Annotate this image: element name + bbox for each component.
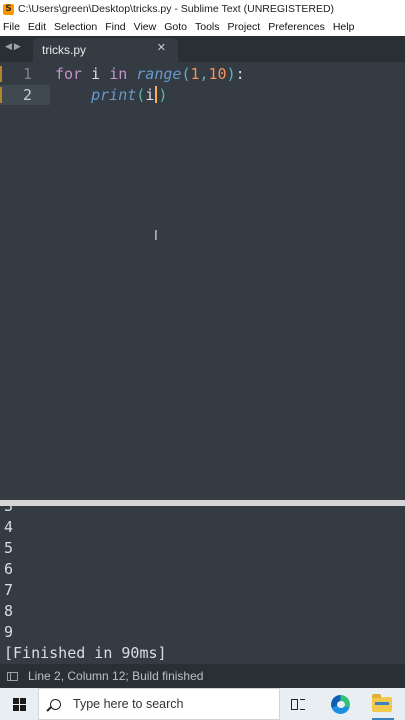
menu-file[interactable]: File [3, 21, 20, 33]
menu-help[interactable]: Help [333, 21, 355, 33]
tab-bar: ◀▶ tricks.py ✕ [0, 36, 405, 62]
paren-close: ) [226, 65, 236, 83]
task-view-button[interactable] [278, 688, 318, 720]
code-line-2[interactable]: print(i) [55, 85, 167, 105]
number-10: 10 [208, 65, 227, 83]
output-line: 4 [4, 518, 14, 536]
menu-selection[interactable]: Selection [54, 21, 97, 33]
file-explorer-icon [372, 693, 392, 712]
status-text: Line 2, Column 12; Build finished [28, 669, 204, 683]
edge-button[interactable] [320, 688, 360, 720]
build-output-panel[interactable]: 3 4 5 6 7 8 9 [Finished in 90ms] [0, 506, 405, 664]
editor-area[interactable]: 1 2 for i in range(1,10): print(i) I [0, 62, 405, 500]
argument-i: i [145, 86, 155, 104]
output-line: 9 [4, 623, 14, 641]
modified-line-marker [0, 87, 2, 103]
output-line: 5 [4, 539, 14, 557]
sublime-icon: S [3, 3, 14, 15]
menu-view[interactable]: View [134, 21, 157, 33]
menu-project[interactable]: Project [228, 21, 261, 33]
tab-tricks-py[interactable]: tricks.py ✕ [33, 38, 178, 62]
build-finished-message: [Finished in 90ms] [4, 644, 167, 662]
windows-start-icon [12, 697, 26, 711]
task-view-icon [291, 698, 305, 710]
output-line: 6 [4, 560, 14, 578]
menu-edit[interactable]: Edit [28, 21, 46, 33]
modified-line-marker [0, 66, 2, 82]
comma: , [199, 65, 209, 83]
window-title: C:\Users\green\Desktop\tricks.py - Subli… [18, 3, 335, 15]
menu-tools[interactable]: Tools [195, 21, 220, 33]
taskbar: Type here to search [0, 688, 405, 720]
output-line: 8 [4, 602, 14, 620]
function-print: print [91, 86, 137, 104]
output-line: 7 [4, 581, 14, 599]
keyword-in: in [109, 65, 128, 83]
taskbar-search-box[interactable]: Type here to search [38, 688, 280, 720]
line-number: 1 [22, 65, 32, 83]
status-bar: Line 2, Column 12; Build finished [0, 664, 405, 688]
title-bar: S C:\Users\green\Desktop\tricks.py - Sub… [0, 0, 405, 18]
menu-find[interactable]: Find [105, 21, 125, 33]
function-range: range [136, 65, 182, 83]
output-line: 3 [4, 506, 14, 515]
sublime-icon-letter: S [5, 3, 12, 14]
line-number: 2 [22, 86, 32, 104]
file-explorer-button[interactable] [362, 688, 402, 720]
keyword-for: for [55, 65, 83, 83]
search-placeholder: Type here to search [73, 697, 184, 711]
tab-label: tricks.py [42, 43, 87, 57]
edge-icon [330, 694, 350, 714]
colon: : [235, 65, 245, 83]
menu-bar: File Edit Selection Find View Goto Tools… [0, 18, 405, 36]
tab-nav-arrows-icon[interactable]: ◀▶ [5, 42, 23, 52]
menu-preferences[interactable]: Preferences [268, 21, 325, 33]
close-icon[interactable]: ✕ [157, 41, 166, 54]
paren-close: ) [158, 86, 168, 104]
variable-i: i [82, 65, 110, 83]
gutter-line-2: 2 [0, 85, 50, 105]
search-icon [50, 698, 61, 710]
paren-open: ( [136, 86, 146, 104]
i-beam-cursor-icon: I [154, 229, 158, 244]
number-1: 1 [190, 65, 200, 83]
code-line-1[interactable]: for i in range(1,10): [55, 64, 245, 84]
gutter-line-1: 1 [0, 64, 50, 84]
windows-start-button[interactable] [0, 688, 38, 720]
menu-goto[interactable]: Goto [164, 21, 187, 33]
panel-toggle-icon[interactable] [7, 671, 18, 681]
